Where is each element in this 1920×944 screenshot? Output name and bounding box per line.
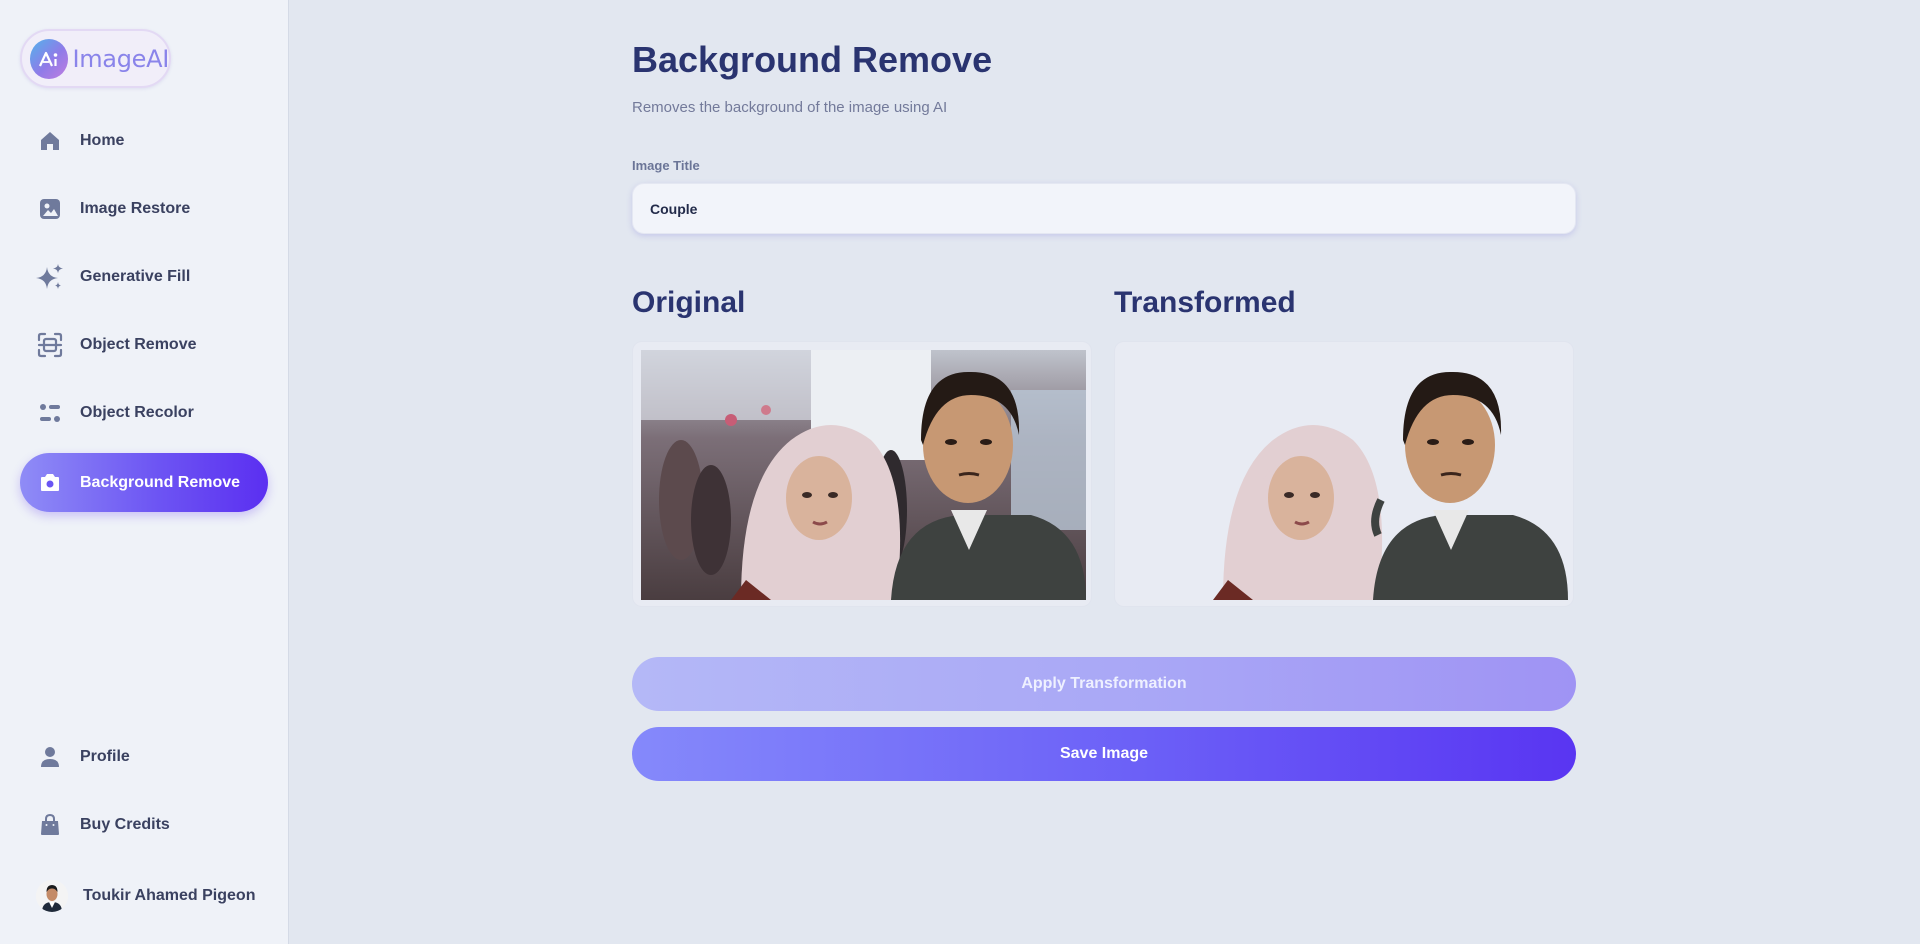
image-icon (36, 195, 64, 223)
save-image-button[interactable]: Save Image (632, 727, 1576, 781)
sidebar-item-home[interactable]: Home (20, 111, 268, 170)
logo-mark-icon (30, 38, 69, 79)
image-title-input[interactable] (632, 183, 1576, 234)
transformed-image (1123, 350, 1568, 600)
sidebar-item-image-restore[interactable]: Image Restore (20, 179, 268, 238)
bag-icon (36, 811, 64, 839)
sidebar-item-label: Buy Credits (80, 815, 170, 833)
sidebar-item-label: Home (80, 131, 125, 149)
sidebar-item-label: Background Remove (80, 473, 241, 491)
sidebar-item-label: Generative Fill (80, 267, 191, 285)
apply-transformation-button[interactable]: Apply Transformation (632, 657, 1576, 711)
user-profile-row[interactable]: Toukir Ahamed Pigeon (20, 866, 268, 926)
brand-logo[interactable]: ImageAI (20, 29, 171, 88)
main-content: Background Remove Removes the background… (289, 0, 1920, 944)
camera-icon (36, 469, 64, 497)
image-title-label: Image Title (632, 158, 700, 173)
filter-icon (36, 399, 64, 427)
sidebar: ImageAI Home Image Restore Generative Fi… (0, 0, 289, 944)
sparkles-icon (36, 263, 64, 291)
page-title: Background Remove (632, 39, 993, 80)
sidebar-item-background-remove[interactable]: Background Remove (20, 453, 268, 512)
avatar (36, 880, 68, 912)
sidebar-item-label: Object Remove (80, 335, 197, 353)
original-heading: Original (632, 286, 746, 319)
user-name: Toukir Ahamed Pigeon (83, 887, 256, 904)
user-icon (36, 743, 64, 771)
home-icon (36, 127, 64, 155)
sidebar-item-label: Object Recolor (80, 403, 194, 421)
sidebar-item-buy-credits[interactable]: Buy Credits (20, 795, 268, 854)
sidebar-item-generative-fill[interactable]: Generative Fill (20, 247, 268, 306)
page-subtitle: Removes the background of the image usin… (632, 99, 948, 116)
transformed-image-card[interactable] (1114, 341, 1574, 607)
sidebar-item-profile[interactable]: Profile (20, 727, 268, 786)
sidebar-item-object-remove[interactable]: Object Remove (20, 315, 268, 374)
original-image-card[interactable] (632, 341, 1092, 607)
scan-icon (36, 331, 64, 359)
sidebar-item-label: Image Restore (80, 199, 191, 217)
sidebar-item-label: Profile (80, 747, 130, 765)
original-image (641, 350, 1086, 600)
transformed-heading: Transformed (1114, 286, 1296, 319)
sidebar-item-object-recolor[interactable]: Object Recolor (20, 383, 268, 442)
brand-name: ImageAI (72, 44, 169, 73)
